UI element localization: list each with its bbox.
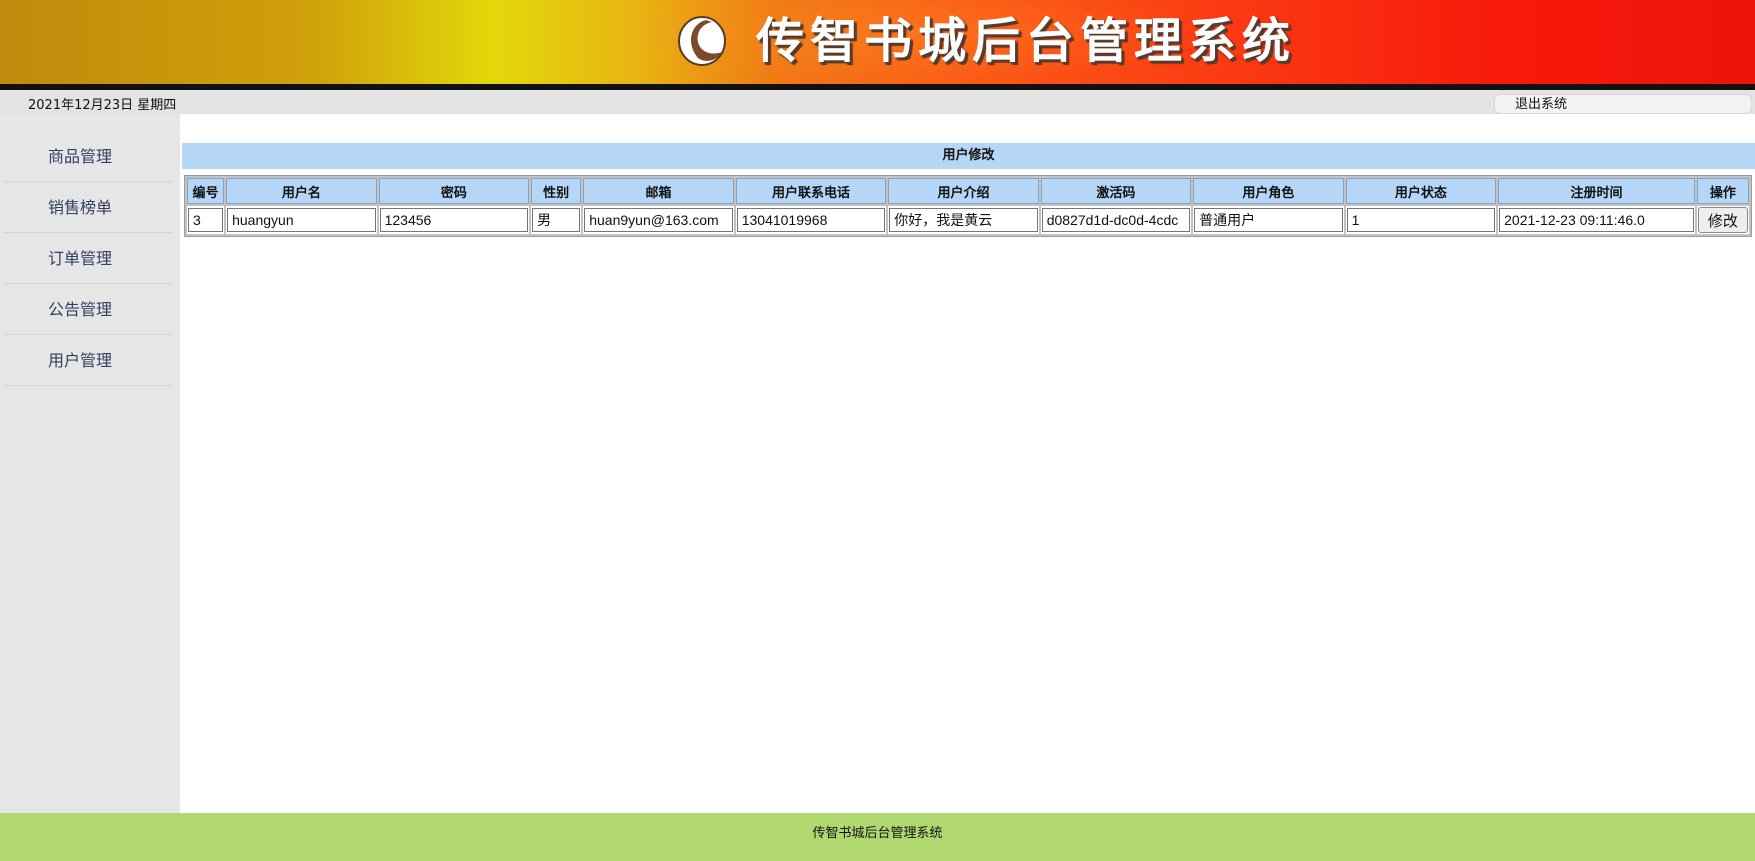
column-header-activation-code: 激活码 [1040,178,1192,204]
column-header-phone: 用户联系电话 [735,178,887,204]
id-field[interactable] [188,208,224,232]
intro-field[interactable] [889,208,1038,232]
current-date: 2021年12月23日 星期四 [28,98,177,113]
column-header-state: 用户状态 [1345,178,1497,204]
sidebar-item-users[interactable]: 用户管理 [4,336,172,386]
phone-field[interactable] [736,208,886,232]
info-bar: 2021年12月23日 星期四 [0,90,1755,114]
cell-phone [735,206,887,234]
sidebar-item-products[interactable]: 商品管理 [4,132,172,182]
column-header-password: 密码 [378,178,530,204]
sidebar-item-sales-ranking[interactable]: 销售榜单 [4,183,172,233]
cell-gender [531,206,582,234]
cell-action: 修改 [1696,206,1749,234]
logout-button[interactable]: 退出系统 [1494,94,1752,114]
table-row: 修改 [187,206,1749,234]
gender-field[interactable] [532,208,581,232]
page-title: 用户修改 [182,143,1755,169]
cell-activation-code [1040,206,1192,234]
header-banner: 传智书城后台管理系统 [0,0,1755,84]
cell-email [583,206,734,234]
cell-intro [888,206,1039,234]
cell-username [226,206,377,234]
column-header-id: 编号 [187,178,225,204]
column-header-email: 邮箱 [583,178,734,204]
register-time-field[interactable] [1499,208,1694,232]
sidebar-item-notices[interactable]: 公告管理 [4,285,172,335]
cell-register-time [1498,206,1695,234]
column-header-gender: 性别 [531,178,582,204]
column-header-role: 用户角色 [1193,178,1344,204]
user-edit-table: 编号 用户名 密码 性别 邮箱 用户联系电话 用户介绍 激活码 用户角色 用户状… [184,175,1752,237]
cell-id [187,206,225,234]
cell-password [378,206,530,234]
activation-code-field[interactable] [1041,208,1191,232]
email-field[interactable] [584,208,733,232]
cell-state [1345,206,1497,234]
password-field[interactable] [379,208,529,232]
app-title: 传智书城后台管理系统 [756,13,1297,69]
sidebar: 商品管理 销售榜单 订单管理 公告管理 用户管理 [0,114,180,813]
role-field[interactable] [1194,208,1343,232]
username-field[interactable] [227,208,376,232]
footer: 传智书城后台管理系统 [0,813,1755,861]
table-header-row: 编号 用户名 密码 性别 邮箱 用户联系电话 用户介绍 激活码 用户角色 用户状… [187,178,1749,204]
cell-role [1193,206,1344,234]
state-field[interactable] [1346,208,1496,232]
column-header-intro: 用户介绍 [888,178,1039,204]
column-header-action: 操作 [1696,178,1749,204]
column-header-username: 用户名 [226,178,377,204]
column-header-register-time: 注册时间 [1498,178,1695,204]
modify-button[interactable]: 修改 [1697,207,1748,233]
sidebar-item-orders[interactable]: 订单管理 [4,234,172,284]
logo-icon [678,16,726,66]
